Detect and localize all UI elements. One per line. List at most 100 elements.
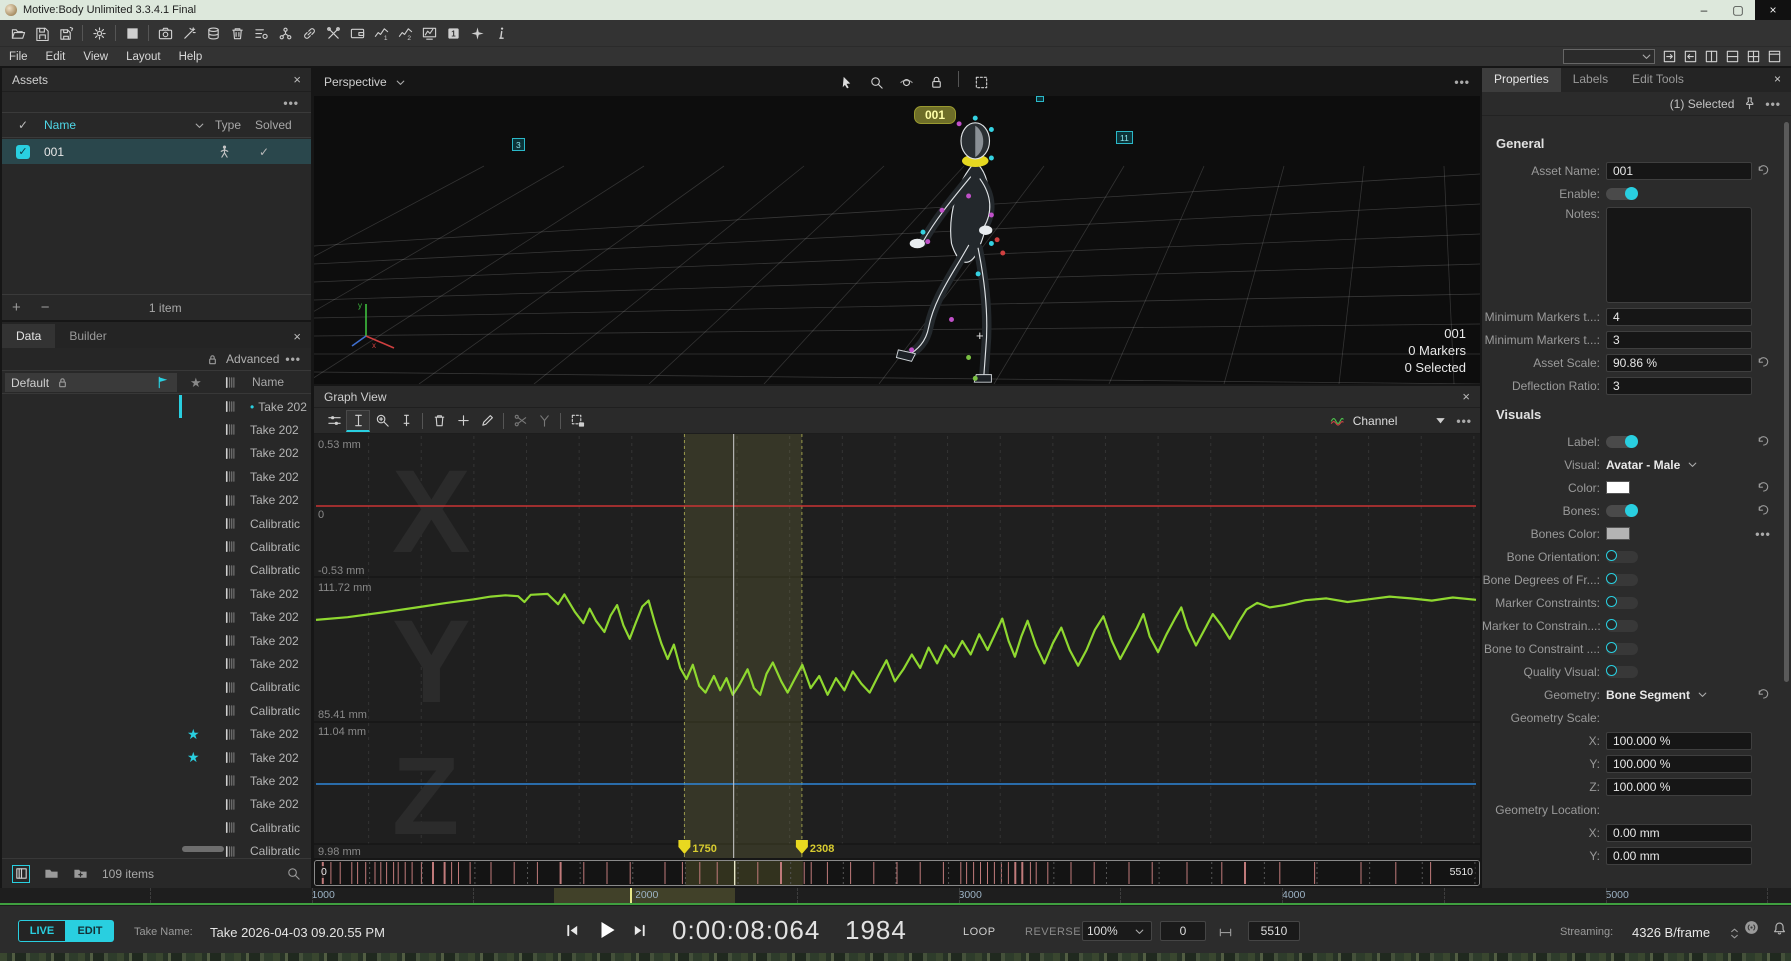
property-input[interactable]: 100.000 %	[1606, 755, 1752, 773]
import-profile-icon[interactable]	[1680, 48, 1701, 64]
search-icon[interactable]	[286, 866, 301, 881]
cut-keys-icon[interactable]	[508, 410, 532, 432]
take-row[interactable]: Take 202	[179, 769, 311, 792]
asset-checkbox[interactable]: ✓	[16, 145, 30, 159]
pane-split-vertical-icon[interactable]	[1722, 48, 1743, 64]
range-end-field[interactable]: 5510	[1248, 921, 1300, 941]
edit-mode-button[interactable]: EDIT	[66, 920, 114, 942]
take-row[interactable]: Take 202	[179, 489, 311, 512]
pane-split-horizontal-icon[interactable]	[1701, 48, 1722, 64]
property-input[interactable]: 100.000 %	[1606, 778, 1752, 796]
reconstruction-star-icon[interactable]	[465, 22, 489, 44]
orbit-tool-icon[interactable]	[894, 71, 918, 93]
take-row[interactable]: Take 202	[179, 606, 311, 629]
layout-window-icon[interactable]	[120, 22, 144, 44]
time-select-icon[interactable]	[346, 410, 370, 432]
camera-badge[interactable]: 3	[512, 138, 525, 151]
range-start-field[interactable]: 0	[1160, 921, 1206, 941]
graph-close-icon[interactable]: ×	[1462, 389, 1470, 404]
properties-scrollbar[interactable]	[1784, 122, 1789, 682]
add-asset-button[interactable]: +	[2, 299, 31, 316]
lock-view-icon[interactable]	[924, 71, 948, 93]
pane-single-icon[interactable]	[1764, 48, 1785, 64]
filter-sliders-icon[interactable]	[322, 410, 346, 432]
split-keys-icon[interactable]	[532, 410, 556, 432]
close-button[interactable]: ×	[1755, 0, 1791, 20]
take-row[interactable]: Take 202	[179, 652, 311, 675]
property-input[interactable]: 100.000 %	[1606, 732, 1752, 750]
pin-frame-icon[interactable]	[394, 410, 418, 432]
export-profile-icon[interactable]	[1659, 48, 1680, 64]
menu-layout[interactable]: Layout	[117, 51, 170, 63]
assets-close-icon[interactable]: ×	[293, 72, 301, 87]
take-row[interactable]: Take 202	[179, 793, 311, 816]
reset-icon[interactable]	[1756, 163, 1771, 178]
trajectory-2-icon[interactable]: 2	[393, 22, 417, 44]
info-icon[interactable]	[489, 22, 513, 44]
save-icon[interactable]	[30, 22, 54, 44]
tab-builder[interactable]: Builder	[55, 324, 120, 348]
properties-menu-icon[interactable]: •••	[1765, 97, 1781, 111]
assets-col-solved[interactable]: Solved	[255, 118, 311, 132]
folder-icon[interactable]	[44, 866, 59, 881]
assets-col-name[interactable]: Name	[44, 118, 76, 132]
star-column-icon[interactable]: ★	[190, 375, 202, 391]
notifications-bell-icon[interactable]	[1772, 921, 1787, 936]
star-icon[interactable]: ★	[187, 726, 200, 743]
camera-badge[interactable]	[1036, 96, 1044, 102]
star-icon[interactable]: ★	[187, 749, 200, 766]
reset-icon[interactable]	[1756, 355, 1771, 370]
list-options-icon[interactable]	[249, 22, 273, 44]
viewport-menu-icon[interactable]: •••	[1454, 75, 1470, 89]
zoom-select-icon[interactable]	[370, 410, 394, 432]
box-select-icon[interactable]	[565, 410, 589, 432]
takes-col-name[interactable]: Name	[252, 375, 284, 389]
properties-close-icon[interactable]: ×	[1764, 68, 1791, 92]
camera-calibration-icon[interactable]	[153, 22, 177, 44]
property-toggle[interactable]	[1606, 505, 1638, 517]
take-row[interactable]: Calibratic	[179, 559, 311, 582]
draw-keys-icon[interactable]	[475, 410, 499, 432]
camera-badge[interactable]: 11	[1116, 131, 1133, 144]
minimize-button[interactable]: –	[1687, 0, 1721, 20]
region-select-icon[interactable]	[969, 71, 993, 93]
property-input[interactable]: 001	[1606, 162, 1752, 180]
property-input[interactable]: 3	[1606, 377, 1752, 395]
viewport-3d-scene[interactable]: xy 001 3 11 001 0 Markers 0 Selected +	[314, 96, 1480, 384]
live-mode-button[interactable]: LIVE	[18, 920, 66, 942]
open-project-icon[interactable]	[6, 22, 30, 44]
tab-data[interactable]: Data	[2, 324, 55, 348]
take-row[interactable]: Take 202	[179, 418, 311, 441]
color-swatch[interactable]	[1606, 481, 1630, 494]
skip-to-start-icon[interactable]	[565, 923, 580, 938]
property-input[interactable]: 4	[1606, 308, 1752, 326]
toolbox-icon[interactable]	[321, 22, 345, 44]
notes-textarea[interactable]	[1606, 207, 1752, 303]
property-toggle[interactable]	[1606, 551, 1638, 563]
graph-menu-icon[interactable]: •••	[1456, 414, 1472, 428]
take-row[interactable]: ★ Take 202	[179, 723, 311, 746]
chevron-down-icon[interactable]	[393, 75, 408, 90]
property-select[interactable]: Avatar - Male	[1606, 457, 1700, 472]
camera-index-icon[interactable]: 1	[441, 22, 465, 44]
session-pane-icon[interactable]	[12, 865, 30, 883]
property-input[interactable]: 0.00 mm	[1606, 824, 1752, 842]
take-row[interactable]: ★ Take 202	[179, 746, 311, 769]
property-input[interactable]: 3	[1606, 331, 1752, 349]
reset-icon[interactable]	[1756, 434, 1771, 449]
rigid-body-icon[interactable]	[273, 22, 297, 44]
tab-edit-tools[interactable]: Edit Tools	[1620, 68, 1696, 92]
asset-row-001[interactable]: ✓ 001 ✓	[2, 139, 311, 164]
timeline-scrubber[interactable]: 0 5510	[314, 860, 1480, 886]
graph-plot-area[interactable]: X Y Z 1750 23080.53 mm 0 -0.53 mm 111.72…	[314, 434, 1480, 858]
take-row[interactable]: Calibratic	[179, 676, 311, 699]
take-row[interactable]: Take 202	[179, 465, 311, 488]
property-toggle[interactable]	[1606, 643, 1638, 655]
save-as-icon[interactable]	[54, 22, 78, 44]
reverse-button[interactable]: REVERSE	[1025, 926, 1081, 938]
more-options-icon[interactable]: •••	[1755, 527, 1771, 541]
take-row[interactable]: Take 202	[179, 442, 311, 465]
take-row[interactable]: Calibratic	[179, 512, 311, 535]
pane-grid-icon[interactable]	[1743, 48, 1764, 64]
property-toggle[interactable]	[1606, 436, 1638, 448]
